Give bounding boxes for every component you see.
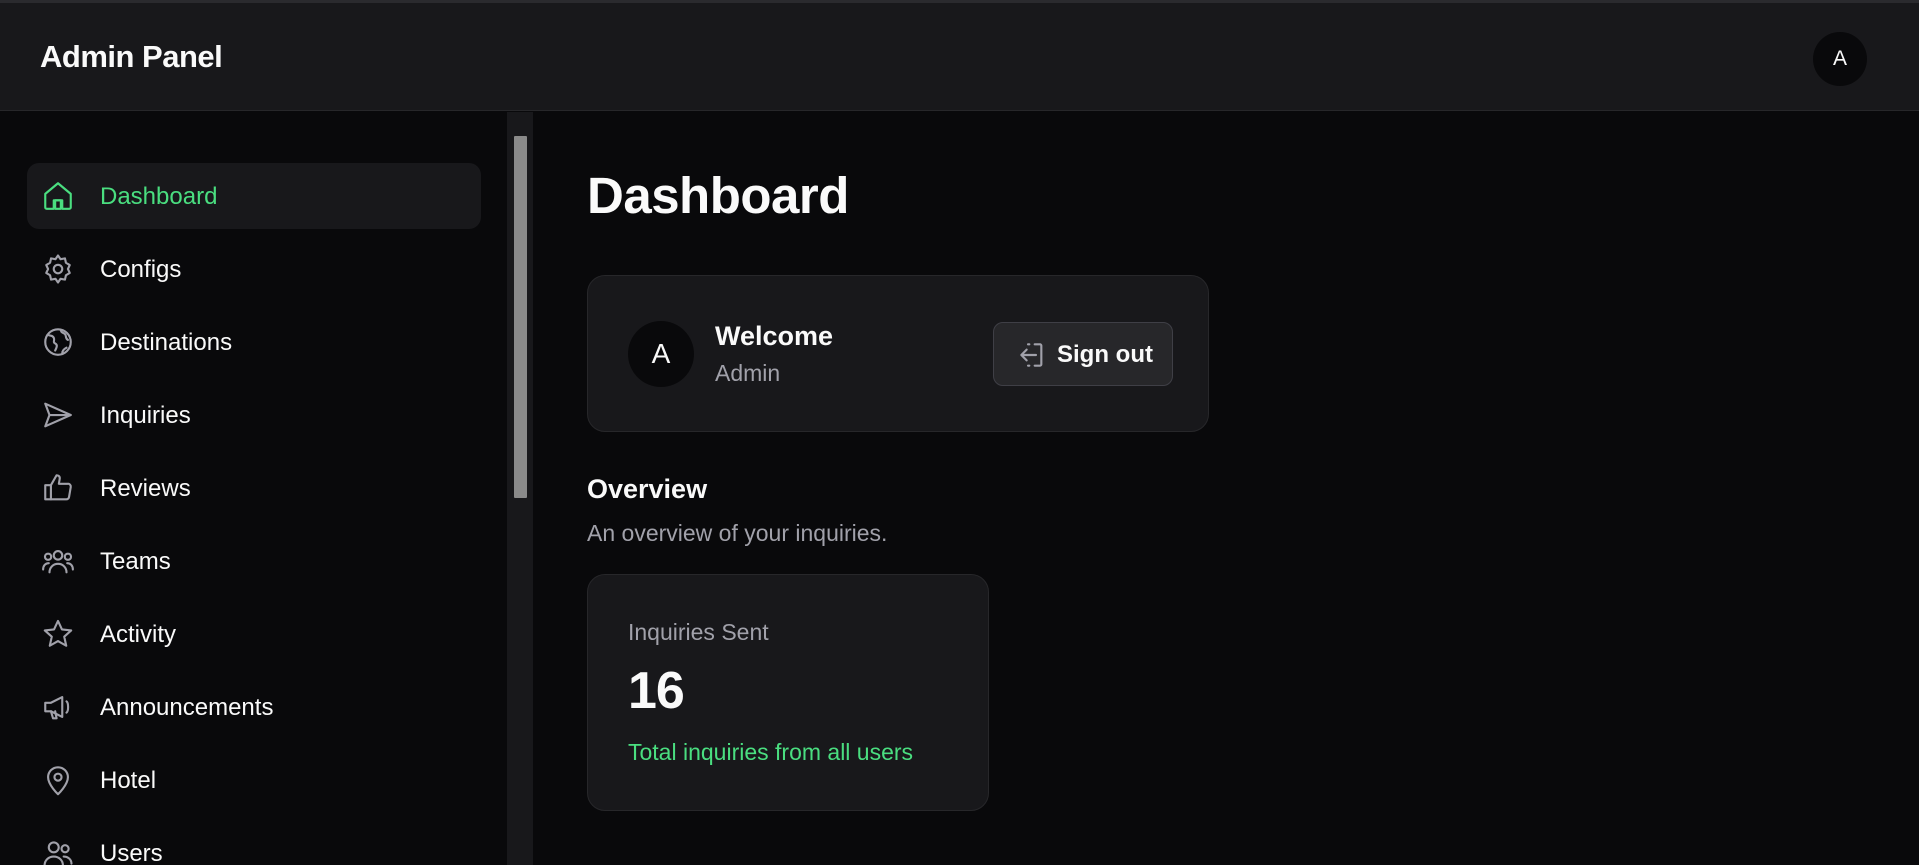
sidebar-item-destinations[interactable]: Destinations — [27, 309, 481, 375]
welcome-user-role: Admin — [715, 360, 781, 386]
thumbs-up-icon — [41, 471, 75, 505]
sign-out-button[interactable]: Sign out — [993, 322, 1173, 386]
app-title: Admin Panel — [40, 39, 223, 74]
sidebar-item-activity[interactable]: Activity — [27, 601, 481, 667]
sidebar-item-label: Configs — [100, 256, 182, 283]
team-icon — [41, 544, 75, 578]
sidebar-item-label: Reviews — [100, 475, 191, 502]
sidebar-item-teams[interactable]: Teams — [27, 528, 481, 594]
sidebar-item-reviews[interactable]: Reviews — [27, 455, 481, 521]
sidebar-item-label: Teams — [100, 548, 171, 575]
stat-label: Inquiries Sent — [628, 619, 769, 645]
home-icon — [41, 179, 75, 213]
overview-subtitle: An overview of your inquiries. — [587, 520, 888, 546]
star-icon — [41, 617, 75, 651]
sidebar-item-users[interactable]: Users — [27, 820, 481, 865]
sidebar-item-label: Hotel — [100, 767, 157, 794]
sidebar-scrollbar-thumb[interactable] — [514, 136, 527, 498]
user-avatar-button[interactable]: A — [1813, 32, 1867, 86]
send-icon — [41, 398, 75, 432]
sidebar-item-inquiries[interactable]: Inquiries — [27, 382, 481, 448]
sidebar-item-hotel[interactable]: Hotel — [27, 747, 481, 813]
sidebar: Dashboard Configs Destinations Inquiries… — [0, 112, 507, 865]
sidebar-item-label: Announcements — [100, 694, 274, 721]
stat-footnote: Total inquiries from all users — [628, 739, 914, 765]
overview-title: Overview — [587, 474, 708, 504]
main-content: Dashboard A Welcome Admin Sign out Overv… — [533, 112, 1919, 865]
avatar: A — [628, 321, 694, 387]
map-pin-icon — [41, 763, 75, 797]
sidebar-scrollbar[interactable] — [507, 112, 533, 865]
welcome-title: Welcome — [715, 321, 834, 351]
sidebar-item-label: Destinations — [100, 329, 233, 356]
sign-out-label: Sign out — [1057, 341, 1153, 368]
page-title: Dashboard — [587, 167, 849, 224]
welcome-card: A Welcome Admin Sign out — [587, 275, 1209, 432]
globe-icon — [41, 325, 75, 359]
sidebar-item-label: Activity — [100, 621, 177, 648]
sign-out-icon — [1016, 339, 1048, 371]
sidebar-item-label: Inquiries — [100, 402, 191, 429]
users-icon — [41, 836, 75, 865]
sidebar-item-configs[interactable]: Configs — [27, 236, 481, 302]
sidebar-item-dashboard[interactable]: Dashboard — [27, 163, 481, 229]
sidebar-item-announcements[interactable]: Announcements — [27, 674, 481, 740]
megaphone-icon — [41, 690, 75, 724]
stat-value: 16 — [628, 662, 685, 720]
sidebar-item-label: Users — [100, 840, 163, 865]
gear-icon — [41, 252, 75, 286]
top-header: Admin Panel A — [0, 3, 1919, 111]
sidebar-item-label: Dashboard — [100, 183, 218, 210]
inquiries-stat-card: Inquiries Sent 16 Total inquiries from a… — [587, 574, 989, 811]
